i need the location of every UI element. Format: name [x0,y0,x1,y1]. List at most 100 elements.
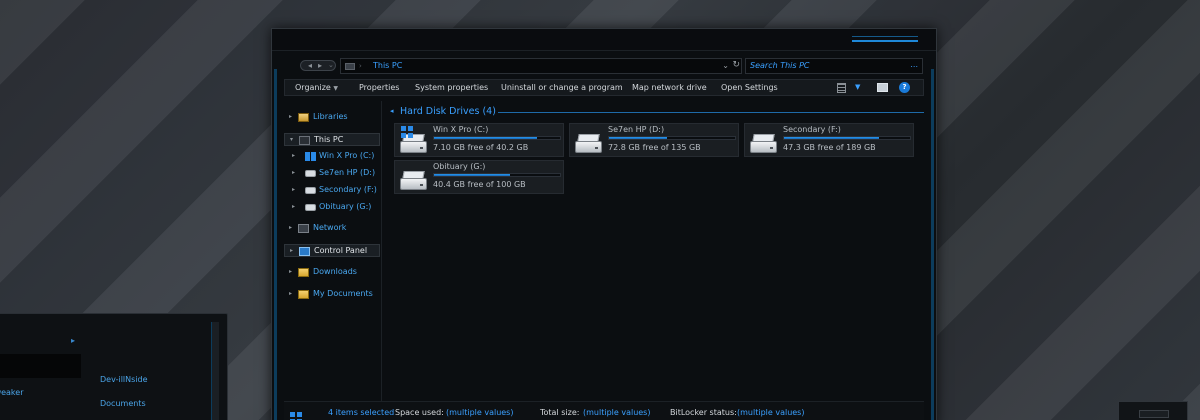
search-options[interactable]: ... [910,60,918,69]
drive-free-space: 7.10 GB free of 40.2 GB [433,143,529,152]
drive-usage-bar [608,136,736,140]
refresh-icon[interactable]: ↻ [732,60,740,70]
system-properties-button[interactable]: System properties [415,83,488,92]
explorer-window: ◂▸ ⌄ › This PC ⌄ ↻ Search This PC ... Or… [271,28,937,420]
preview-pane-icon[interactable] [877,83,888,92]
drive-icon [305,170,316,177]
drive-tile-d[interactable]: Se7en HP (D:) 72.8 GB free of 135 GB [569,123,739,157]
nav-item-drive-g[interactable]: ▸ Obituary (G:) [284,201,380,214]
background-widget [1118,401,1188,420]
windows-logo-icon [401,126,413,138]
computer-icon [345,63,355,70]
library-icon [298,113,309,122]
expand-icon[interactable]: ▸ [290,247,293,254]
documents-icon [298,290,309,299]
status-bitlocker-value: (multiple values) [737,408,805,417]
collapse-icon[interactable]: ▾ [290,136,293,143]
drive-usage-bar [433,173,561,177]
expand-icon[interactable]: ▸ [292,152,295,159]
drive-led [420,147,423,149]
drive-free-space: 72.8 GB free of 135 GB [608,143,701,152]
status-space-used-label: Space used: [395,408,444,417]
nav-item-label: Downloads [313,267,357,276]
drive-name: Obituary (G:) [433,162,486,171]
nav-item-control-panel[interactable]: ▸ Control Panel [284,244,380,257]
command-bar: Organize ▼ Properties System properties … [284,79,924,96]
computer-icon [299,136,310,145]
nav-item-this-pc[interactable]: ▾ This PC [284,133,380,146]
drive-led [770,147,773,149]
view-options-icon[interactable] [837,83,846,93]
status-space-used-value: (multiple values) [446,408,514,417]
window-border-right [931,69,934,420]
breadcrumb-separator-icon[interactable]: › [359,62,362,70]
nav-item-drive-d[interactable]: ▸ Se7en HP (D:) [284,167,380,180]
caret-down-icon[interactable]: ▼ [855,83,860,91]
drive-usage-fill [784,137,879,139]
expand-icon[interactable]: ▸ [292,203,295,210]
window-controls[interactable] [852,36,918,42]
status-total-size-value: (multiple values) [583,408,651,417]
collapse-icon[interactable]: ◂ [390,107,394,115]
content-pane: ◂ Hard Disk Drives (4) Win X Pro (C:) 7.… [386,101,926,401]
drive-free-space: 40.4 GB free of 100 GB [433,180,526,189]
expand-icon[interactable]: ▸ [289,268,292,275]
open-settings-button[interactable]: Open Settings [721,83,778,92]
chevron-down-icon[interactable]: ⌄ [722,61,729,70]
background-window-scrollbar [211,322,219,420]
background-window-item: Documents [100,399,146,408]
hard-drive-icon [398,126,430,156]
group-title: Hard Disk Drives (4) [400,106,496,117]
drive-usage-bar [783,136,911,140]
uninstall-program-button[interactable]: Uninstall or change a program [501,83,623,92]
background-window-item: Dev-illNside [100,375,148,384]
background-widget-slot [1139,410,1169,418]
nav-item-label: This PC [314,135,344,144]
hard-drive-icon [573,132,605,156]
drive-led [595,147,598,149]
map-network-drive-button[interactable]: Map network drive [632,83,707,92]
group-header[interactable]: ◂ Hard Disk Drives (4) [390,106,924,118]
expand-icon[interactable]: ▸ [289,224,292,231]
status-bar: 4 items selected Space used: (multiple v… [284,401,924,420]
network-icon [298,224,309,233]
status-total-size-label: Total size: [540,408,580,417]
title-bar[interactable] [272,29,936,51]
drive-tile-c[interactable]: Win X Pro (C:) 7.10 GB free of 40.2 GB [394,123,564,157]
window-border-left [274,69,277,420]
nav-item-my-documents[interactable]: ▸ My Documents [284,288,380,301]
properties-button[interactable]: Properties [359,83,399,92]
drive-tile-f[interactable]: Secondary (F:) 47.3 GB free of 189 GB [744,123,914,157]
recent-locations-icon[interactable]: ⌄ [328,61,334,69]
address-path[interactable]: This PC [373,61,402,70]
help-icon[interactable]: ? [899,82,910,93]
nav-item-drive-c[interactable]: ▸ Win X Pro (C:) [284,150,380,163]
background-window-panel [0,354,81,378]
address-row: ◂▸ ⌄ › This PC ⌄ ↻ Search This PC ... [272,55,936,77]
control-panel-icon [299,247,310,256]
nav-item-libraries[interactable]: ▸ Libraries [284,111,380,124]
search-placeholder: Search This PC [750,61,810,70]
nav-item-label: Secondary (F:) [319,185,377,194]
organize-button[interactable]: Organize ▼ [295,83,338,92]
drive-name: Secondary (F:) [783,125,841,134]
drive-usage-fill [434,174,510,176]
navigation-pane: ▸ Libraries ▾ This PC ▸ Win X Pro (C:) ▸… [284,101,382,401]
expand-icon[interactable]: ▸ [289,113,292,120]
expand-icon[interactable]: ▸ [292,169,295,176]
drive-tile-g[interactable]: Obituary (G:) 40.4 GB free of 100 GB [394,160,564,194]
folder-icon [298,268,309,277]
address-bar[interactable]: › This PC ⌄ ↻ [340,58,742,74]
hard-drive-icon [748,132,780,156]
nav-item-downloads[interactable]: ▸ Downloads [284,266,380,279]
nav-item-label: Obituary (G:) [319,202,372,211]
search-input[interactable]: Search This PC ... [745,58,923,74]
nav-item-label: Libraries [313,112,348,121]
nav-item-label: Network [313,223,347,232]
expand-icon[interactable]: ▸ [292,186,295,193]
nav-item-drive-f[interactable]: ▸ Secondary (F:) [284,184,380,197]
nav-item-label: My Documents [313,289,373,298]
nav-item-network[interactable]: ▸ Network [284,222,380,235]
expand-icon[interactable]: ▸ [289,290,292,297]
background-window-item: Tweaker [0,388,24,397]
